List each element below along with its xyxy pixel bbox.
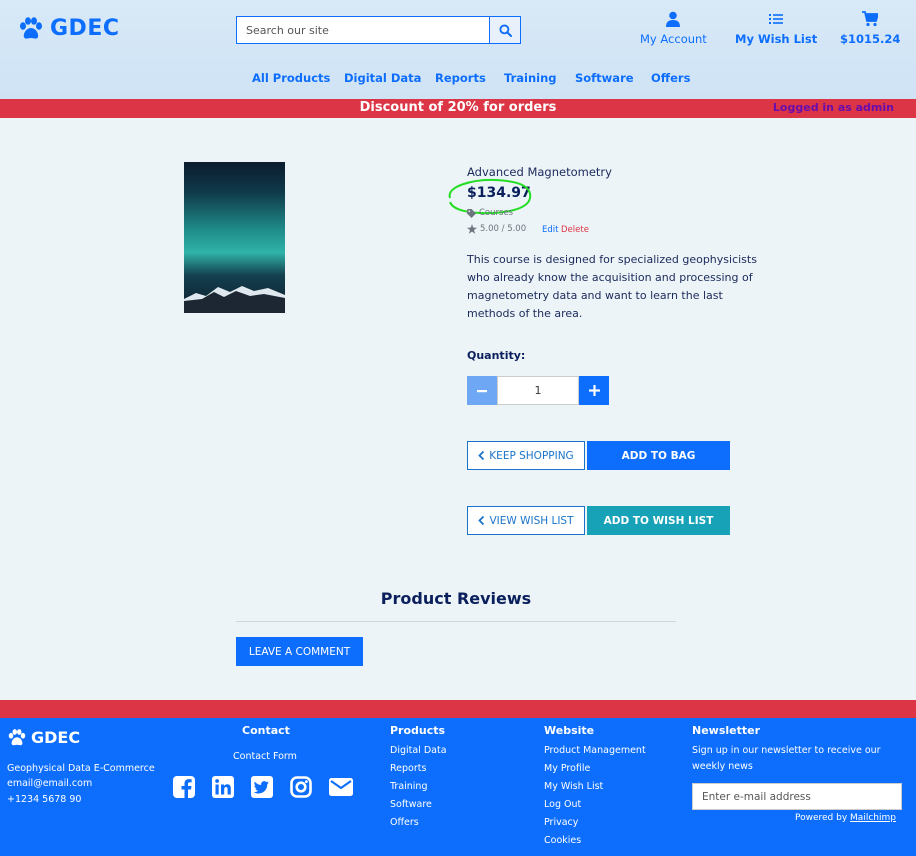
keep-shopping-button[interactable]: KEEP SHOPPING [467, 441, 585, 470]
paw-icon [8, 728, 26, 745]
search-icon [498, 23, 512, 37]
footer-link-product-management[interactable]: Product Management [544, 745, 646, 756]
footer-website-heading: Website [544, 724, 595, 737]
user-icon [666, 11, 681, 27]
nav-reports[interactable]: Reports [435, 71, 486, 85]
social-icons [173, 776, 353, 798]
quantity-stepper [467, 376, 609, 405]
nav-offers[interactable]: Offers [651, 71, 690, 85]
my-account-label: My Account [640, 32, 707, 46]
plus-icon [588, 385, 600, 396]
product-description: This course is designed for specialized … [467, 253, 757, 320]
product-image [184, 162, 285, 313]
list-icon [769, 14, 784, 24]
product-reviews-heading: Product Reviews [380, 589, 532, 608]
paw-icon [20, 16, 42, 39]
newsletter-text-line-1: Sign up in our newsletter to receive our [692, 745, 881, 756]
footer-email[interactable]: email@email.com [7, 778, 92, 789]
footer-link-my-wish-list[interactable]: My Wish List [544, 781, 603, 792]
facebook-icon[interactable] [173, 776, 195, 798]
instagram-icon[interactable] [290, 776, 312, 798]
nav-software[interactable]: Software [575, 71, 634, 85]
brand-logo[interactable]: GDEC [18, 16, 120, 41]
footer-link-cookies[interactable]: Cookies [544, 835, 581, 846]
add-to-bag-button[interactable]: ADD TO BAG [587, 441, 730, 470]
shopping-bag-link[interactable]: $1015.24 [840, 11, 900, 46]
bag-total: $1015.24 [840, 32, 901, 46]
nav-digital-data[interactable]: Digital Data [344, 71, 421, 85]
reviews-divider [236, 621, 676, 622]
delete-product-link[interactable]: Delete [561, 225, 589, 235]
footer-contact-heading: Contact [242, 724, 290, 737]
leave-comment-label: LEAVE A COMMENT [248, 645, 351, 658]
view-wish-list-button[interactable]: VIEW WISH LIST [467, 506, 585, 535]
main-nav: All Products Digital Data Reports Traini… [0, 71, 916, 87]
footer-products-heading: Products [390, 724, 446, 737]
site-header: GDEC My Account My Wish List [0, 0, 916, 99]
my-account-link[interactable]: My Account [640, 11, 707, 46]
edit-product-link[interactable]: Edit [542, 225, 558, 235]
quantity-decrement-button[interactable] [467, 376, 497, 405]
my-wish-list-label: My Wish List [735, 32, 818, 46]
quantity-label: Quantity: [467, 349, 526, 362]
star-icon [467, 224, 477, 234]
footer-link-my-profile[interactable]: My Profile [544, 763, 590, 774]
footer-contact-form-link[interactable]: Contact Form [233, 751, 297, 762]
product-category[interactable]: Courses [467, 208, 513, 218]
chevron-left-icon [478, 516, 485, 525]
mailchimp-link[interactable]: Mailchimp [850, 813, 896, 823]
footer-link-offers[interactable]: Offers [390, 817, 419, 828]
view-wish-list-label: VIEW WISH LIST [489, 514, 574, 527]
footer-link-digital-data[interactable]: Digital Data [390, 745, 447, 756]
powered-by: Powered by Mailchimp [795, 813, 896, 823]
footer-company-name: Geophysical Data E-Commerce [7, 763, 155, 774]
quantity-input[interactable] [497, 376, 579, 405]
twitter-icon[interactable] [251, 776, 273, 798]
search-button[interactable] [490, 16, 521, 44]
add-to-bag-label: ADD TO BAG [621, 449, 696, 462]
add-to-wish-list-label: ADD TO WISH LIST [603, 514, 714, 527]
mountain-graphic [184, 286, 285, 313]
my-wish-list-link[interactable]: My Wish List [735, 11, 817, 46]
footer-brand-name: GDEC [31, 728, 81, 747]
linkedin-icon[interactable] [212, 776, 234, 798]
nav-all-products[interactable]: All Products [252, 71, 330, 85]
quantity-increment-button[interactable] [579, 376, 609, 405]
leave-comment-button[interactable]: LEAVE A COMMENT [236, 637, 363, 666]
login-status: Logged in as admin [772, 101, 894, 114]
nav-training[interactable]: Training [504, 71, 557, 85]
footer-newsletter-heading: Newsletter [692, 724, 761, 737]
envelope-icon[interactable] [329, 776, 353, 798]
newsletter-email-input[interactable] [692, 783, 902, 810]
search-bar [236, 16, 521, 44]
powered-by-prefix: Powered by [795, 813, 848, 823]
product-rating-value: 5.00 / 5.00 [480, 224, 527, 234]
site-footer: GDEC Geophysical Data E-Commerce email@e… [0, 718, 916, 856]
chevron-left-icon [478, 451, 485, 460]
footer-brand-logo[interactable]: GDEC [7, 728, 80, 747]
tag-icon [467, 208, 476, 218]
discount-banner: Discount of 20% for orders Logged in as … [0, 99, 916, 118]
footer-link-log-out[interactable]: Log Out [544, 799, 581, 810]
add-to-wish-list-button[interactable]: ADD TO WISH LIST [587, 506, 730, 535]
brand-name: GDEC [50, 16, 120, 41]
product-rating: 5.00 / 5.00 [467, 224, 526, 234]
footer-divider-bar [0, 700, 916, 718]
footer-link-privacy[interactable]: Privacy [544, 817, 578, 828]
keep-shopping-label: KEEP SHOPPING [489, 449, 574, 462]
footer-link-training[interactable]: Training [390, 781, 428, 792]
search-input[interactable] [236, 16, 490, 44]
footer-link-software[interactable]: Software [390, 799, 432, 810]
footer-phone: +1234 5678 90 [7, 794, 82, 805]
minus-icon [477, 389, 487, 392]
newsletter-text-line-2: weekly news [692, 761, 753, 772]
cart-icon [862, 11, 879, 27]
footer-link-reports[interactable]: Reports [390, 763, 426, 774]
product-category-label: Courses [479, 208, 514, 218]
